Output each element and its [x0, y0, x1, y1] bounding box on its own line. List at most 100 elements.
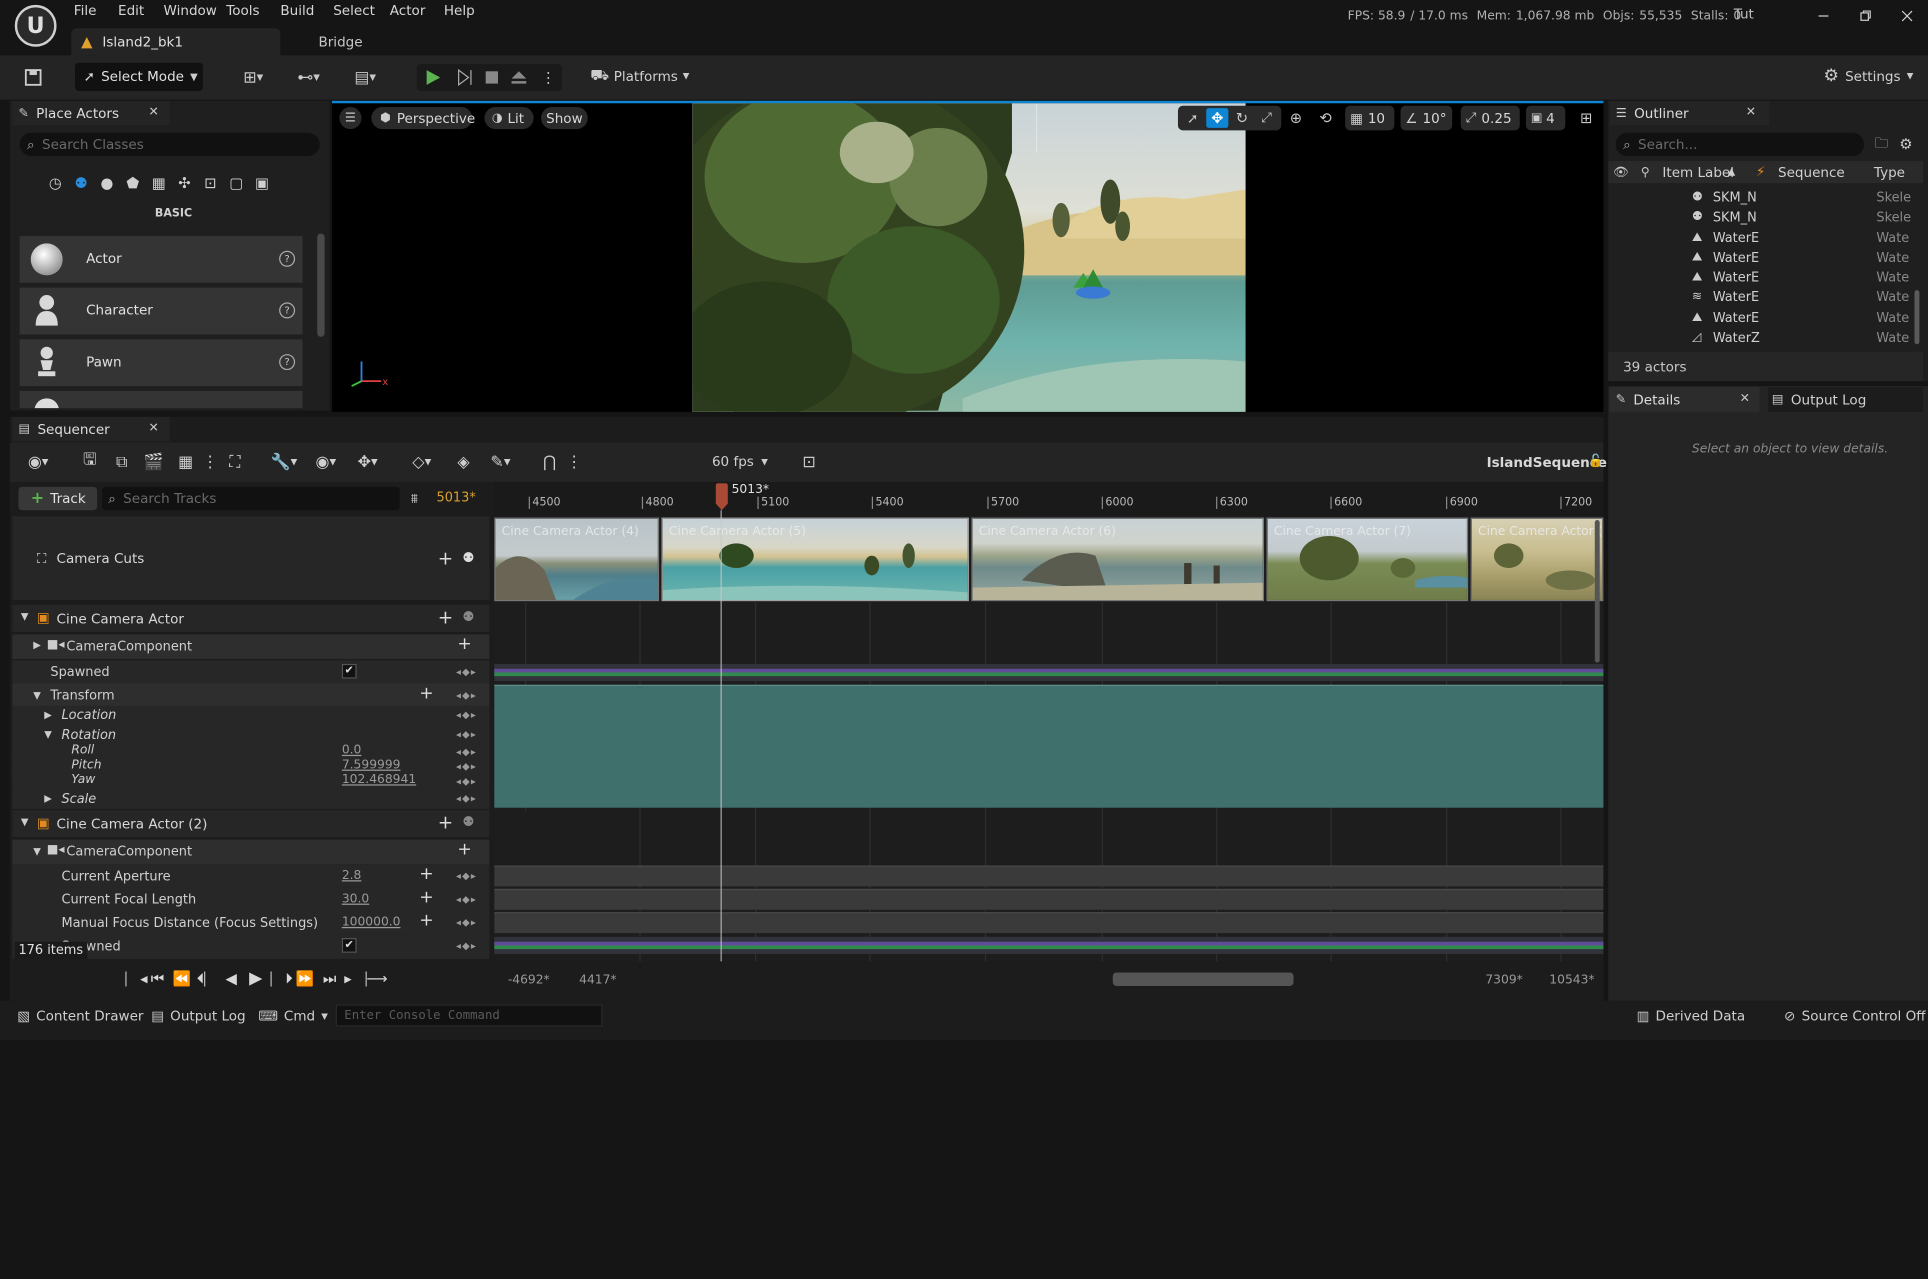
scale-snap-button[interactable]: ⤢ 0.25 — [1460, 105, 1520, 131]
angle-snap-button[interactable]: ∠ 10° — [1400, 105, 1453, 131]
perspective-button[interactable]: ⬢ Perspective — [371, 106, 475, 130]
add-key-icon[interactable]: + — [419, 911, 433, 931]
expand-arrow-icon[interactable]: ▶ — [44, 709, 52, 720]
timeline-vertical-scrollbar[interactable] — [1594, 520, 1600, 663]
place-actors-tab[interactable]: ✎ Place Actors — [12, 100, 170, 126]
spawned-checkbox[interactable]: ✔ — [341, 663, 357, 679]
collapse-arrow-icon[interactable]: ▼ — [33, 690, 41, 701]
details-tab[interactable]: ✎ Details — [1609, 387, 1760, 412]
cmd-dropdown[interactable]: ⌨ Cmd ▼ — [258, 1008, 328, 1024]
restore-icon[interactable] — [1857, 7, 1874, 24]
save-icon[interactable] — [22, 66, 44, 88]
close-icon[interactable]: ✕ — [148, 105, 160, 119]
play-forward-icon[interactable]: ▶ — [246, 969, 266, 989]
roll-value[interactable]: 0.0 — [342, 744, 362, 758]
add-track-button[interactable]: + Track — [18, 486, 98, 511]
focal-length-lane[interactable] — [494, 888, 1604, 910]
help-icon[interactable]: ? — [279, 250, 296, 267]
source-control-button[interactable]: ⊘ Source Control Off — [1784, 1008, 1925, 1024]
clapboard-icon[interactable]: ▦ — [175, 451, 197, 473]
volumes-icon[interactable]: ⊡ — [199, 172, 221, 194]
visual-effects-icon[interactable]: ✣ — [173, 172, 195, 194]
close-icon[interactable]: ✕ — [1745, 105, 1757, 119]
user-name[interactable]: Tut — [1734, 6, 1754, 22]
more-options-icon[interactable]: ⋮ — [202, 451, 218, 473]
next-frame-icon[interactable] — [455, 68, 475, 88]
cinematics-icon[interactable]: ▤ ▼ — [347, 66, 384, 88]
outliner-row[interactable]: ⛰ WaterE Wate — [1608, 310, 1915, 330]
camera-speed-button[interactable]: ▣ 4 — [1525, 105, 1566, 131]
add-icon[interactable]: + — [438, 811, 453, 833]
play-reverse-icon[interactable]: ◀ — [221, 970, 241, 987]
add-content-icon[interactable]: ⊞ ▼ — [236, 66, 270, 88]
geometry-icon[interactable]: ▣ — [251, 172, 273, 194]
spawned-bool-lane[interactable] — [494, 663, 1604, 682]
col-type[interactable]: Type — [1874, 165, 1905, 181]
menu-file[interactable]: File — [74, 2, 118, 22]
keyframe-nav-icon[interactable]: ◂◆▸ — [456, 729, 477, 740]
camera-bind-icon[interactable]: ⚉ — [462, 550, 474, 566]
keyframe-nav-icon[interactable]: ◂◆▸ — [456, 709, 477, 720]
shot-clip[interactable]: Cine Camera Actor (7) — [1266, 517, 1469, 602]
shot-clip-selected[interactable]: Cine Camera Actor (5) — [661, 517, 969, 602]
collapse-arrow-icon[interactable]: ▼ — [21, 611, 29, 622]
wrench-icon[interactable]: 🔧 ▼ — [271, 451, 298, 473]
keyframe-nav-icon[interactable]: ◂◆▸ — [456, 940, 477, 951]
outliner-row[interactable]: ⚉ SKM_N Skele — [1608, 189, 1915, 209]
key-diamond-icon[interactable]: ◇ ▼ — [411, 451, 433, 473]
location-row[interactable]: ▶ Location ◂◆▸ — [12, 705, 490, 726]
transform-section-lane[interactable] — [494, 684, 1604, 808]
shot-clip[interactable]: Cine Camera Actor (6) — [971, 517, 1265, 602]
actor-list-item[interactable]: Actor ? — [19, 236, 303, 283]
expand-arrow-icon[interactable]: ▶ — [44, 793, 52, 804]
scale-tool-icon[interactable]: ⤢ — [1257, 108, 1277, 128]
grid-snap-button[interactable]: ▦ 10 — [1345, 105, 1395, 131]
set-start-icon[interactable]: ⎸◂ — [125, 969, 147, 987]
keyframe-nav-icon[interactable]: ◂◆▸ — [456, 870, 477, 881]
keyframe-nav-icon[interactable]: ◂◆▸ — [456, 746, 477, 757]
camera-bind-icon[interactable]: ⚉ — [462, 609, 474, 625]
menu-select[interactable]: Select — [333, 2, 390, 22]
menu-edit[interactable]: Edit — [118, 2, 163, 22]
select-tool-icon[interactable]: ➚ — [1183, 108, 1203, 128]
collapse-arrow-icon[interactable]: ▼ — [44, 729, 52, 740]
render-movie-icon[interactable]: 🎬 — [143, 451, 165, 473]
lit-button[interactable]: ◑ Lit — [484, 106, 534, 130]
outliner-row[interactable]: ⛰ WaterE Wate — [1608, 230, 1915, 250]
tab-level[interactable]: ▲ Island2_bk1 — [71, 28, 281, 56]
world-local-icon[interactable]: ⊕ — [1286, 108, 1306, 128]
focal-length-row[interactable]: Current Focal Length 30.0 + ◂◆▸ — [12, 887, 490, 913]
jump-next-key-icon[interactable]: ⏩ — [295, 970, 315, 987]
all-classes-icon[interactable]: ▢ — [225, 172, 247, 194]
focus-distance-value[interactable]: 100000.0 — [342, 916, 401, 930]
actor2-row[interactable]: ▼ ▣ Cine Camera Actor (2) + ⚉ — [12, 810, 490, 838]
keyframe-nav-icon[interactable]: ◂◆▸ — [456, 917, 477, 928]
actor1-row[interactable]: ▼ ▣ Cine Camera Actor + ⚉ — [12, 604, 490, 632]
keyframe-nav-icon[interactable]: ◂◆▸ — [456, 793, 477, 804]
outliner-row[interactable]: ⛰ WaterE Wate — [1608, 250, 1915, 270]
minimize-icon[interactable] — [1815, 7, 1832, 24]
add-icon[interactable]: + — [438, 547, 453, 569]
surface-snap-icon[interactable]: ⟲ — [1316, 108, 1336, 128]
brush-icon[interactable]: ✎ ▼ — [489, 451, 511, 473]
select-mode-button[interactable]: ➚ Select Mode ▼ — [75, 62, 203, 91]
more-icon[interactable]: ⋮ — [566, 451, 582, 473]
spawned2-bool-lane[interactable] — [494, 936, 1604, 955]
pitch-row[interactable]: Pitch 7.599999 ◂◆▸ — [12, 758, 490, 775]
find-in-browser-icon[interactable]: ⧉ — [111, 451, 133, 473]
lock-icon[interactable]: 🔓 — [1588, 454, 1603, 469]
range-start[interactable]: -4692* — [508, 974, 550, 988]
add-icon[interactable]: + — [438, 606, 453, 628]
current-frame-field[interactable]: 5013* — [437, 491, 476, 506]
show-button[interactable]: Show — [541, 106, 588, 130]
spawned-row[interactable]: Spawned ✔ ◂◆▸ — [12, 660, 490, 685]
eye-icon[interactable]: ◉ ▼ — [315, 451, 337, 473]
add-icon[interactable]: + — [457, 634, 471, 654]
jump-end-icon[interactable]: ⏭ — [320, 969, 340, 987]
loop-mode-icon[interactable]: ⟶ — [366, 970, 387, 987]
timeline-horizontal-scrollbar[interactable] — [1112, 972, 1294, 986]
pitch-value[interactable]: 7.599999 — [342, 759, 401, 773]
character-list-item[interactable]: Character ? — [19, 287, 303, 335]
save-sequence-icon[interactable]: 🖫 — [79, 451, 101, 473]
world-icon[interactable]: ◉ ▼ — [27, 451, 49, 473]
